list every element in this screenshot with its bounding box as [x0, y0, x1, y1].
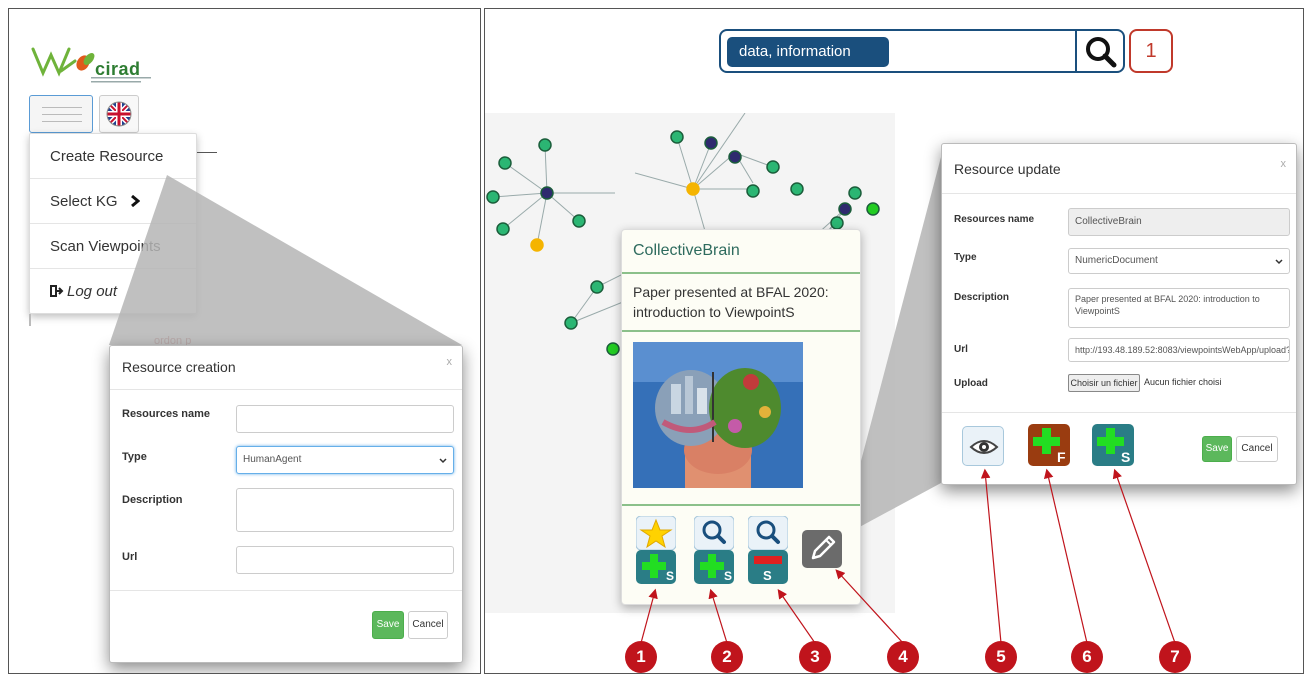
add-f-button[interactable]: F [1028, 424, 1070, 466]
menu-item-select-kg[interactable]: Select KG [30, 179, 196, 224]
cancel-button[interactable]: Cancel [1236, 436, 1278, 462]
upload-label: Upload [954, 378, 988, 389]
modal-header: Resource update x [942, 144, 1296, 194]
search-tag[interactable]: data, information [727, 37, 889, 67]
card-title: CollectiveBrain [633, 242, 740, 259]
resource-creation-modal: Resource creation x Resources name Type … [109, 345, 463, 663]
description-label: Description [122, 494, 183, 506]
card-divider [622, 504, 860, 506]
add-s-button[interactable]: S [1092, 424, 1134, 466]
callout-3: 3 [799, 641, 831, 673]
name-label: Resources name [122, 408, 211, 420]
divider [29, 314, 31, 326]
menu-item-scan-viewpoints[interactable]: Scan Viewpoints [30, 224, 196, 269]
name-field[interactable] [236, 405, 454, 433]
menu-item-label: Log out [67, 283, 118, 300]
url-label: Url [954, 344, 968, 355]
name-label: Resources name [954, 214, 1035, 225]
svg-text:S: S [763, 568, 772, 583]
callout-6: 6 [1071, 641, 1103, 673]
eye-icon [969, 440, 999, 454]
view-button[interactable] [962, 426, 1004, 466]
f-letter: F [1057, 449, 1066, 465]
url-field[interactable] [236, 546, 454, 574]
star-plus-s-icon: S [635, 515, 677, 584]
cancel-button[interactable]: Cancel [408, 611, 448, 639]
type-label: Type [954, 252, 977, 263]
svg-text:S: S [666, 569, 674, 583]
menu-item-label: Scan Viewpoints [50, 238, 161, 255]
magnifier-plus-s-icon: S [693, 515, 735, 584]
search-divider [1075, 31, 1077, 71]
modal-title: Resource update [954, 161, 1061, 177]
chevron-down-icon [1275, 259, 1283, 265]
search-bar[interactable]: data, information [719, 29, 1125, 73]
menu-item-create-resource[interactable]: Create Resource [30, 134, 196, 179]
modal-header: Resource creation x [110, 346, 462, 390]
callout-1: 1 [625, 641, 657, 673]
save-button[interactable]: Save [372, 611, 404, 639]
add-favorite-s-button[interactable]: S [635, 515, 677, 584]
svg-text:S: S [724, 569, 732, 583]
logo-text: cirad [95, 59, 141, 79]
search-add-s-button[interactable]: S [693, 515, 735, 584]
search-icon [1086, 37, 1117, 68]
sign-out-icon [50, 285, 64, 297]
close-icon[interactable]: x [447, 356, 453, 368]
right-panel: data, information 1 CollectiveBrain Pape… [484, 8, 1304, 674]
plus-s-icon: S [1097, 428, 1130, 465]
description-field[interactable] [236, 488, 454, 532]
card-divider [622, 330, 860, 332]
resource-card: CollectiveBrain Paper presented at BFAL … [621, 229, 861, 605]
description-label: Description [954, 292, 1010, 303]
magnifier-minus-s-icon: S [747, 515, 789, 584]
left-panel: cirad Create Resource Select KG Scan Vie… [8, 8, 481, 674]
s-letter: S [1121, 449, 1130, 465]
callout-5: 5 [985, 641, 1017, 673]
result-count-badge: 1 [1129, 29, 1173, 73]
search-button[interactable] [1081, 35, 1121, 69]
callout-2: 2 [711, 641, 743, 673]
card-description: Paper presented at BFAL 2020: introducti… [633, 284, 829, 320]
divider [197, 152, 217, 153]
type-select-value: NumericDocument [1075, 255, 1158, 266]
resource-update-modal: Resource update x Resources name Collect… [941, 143, 1297, 485]
type-label: Type [122, 451, 147, 463]
edit-button[interactable] [802, 530, 842, 568]
url-field[interactable]: http://193.48.189.52:8083/viewpointsWebA… [1068, 338, 1290, 362]
uk-flag-icon [106, 101, 132, 127]
language-button[interactable] [99, 95, 139, 133]
modal-footer-divider [942, 412, 1296, 413]
description-field[interactable]: Paper presented at BFAL 2020: introducti… [1068, 288, 1290, 328]
name-field[interactable]: CollectiveBrain [1068, 208, 1290, 236]
modal-footer-divider [110, 590, 462, 591]
pencil-icon [811, 535, 836, 560]
upload-file-button[interactable]: Choisir un fichier [1068, 374, 1140, 392]
close-icon[interactable]: x [1281, 158, 1287, 170]
modal-title: Resource creation [122, 359, 236, 375]
brain-image-icon [633, 342, 803, 488]
plus-f-icon: F [1033, 428, 1066, 465]
type-select-value: HumanAgent [243, 454, 302, 465]
card-image [633, 342, 803, 488]
menu-item-label: Create Resource [50, 148, 164, 165]
menu-item-label: Select KG [50, 193, 118, 210]
chevron-down-icon [439, 458, 447, 464]
save-button[interactable]: Save [1202, 436, 1232, 462]
menu-item-log-out[interactable]: Log out [30, 269, 196, 314]
upload-status: Aucun fichier choisi [1144, 377, 1222, 387]
main-menu-dropdown: Create Resource Select KG Scan Viewpoint… [29, 133, 197, 314]
card-divider [622, 272, 860, 274]
callout-7: 7 [1159, 641, 1191, 673]
callout-4: 4 [887, 641, 919, 673]
url-label: Url [122, 551, 138, 563]
type-select[interactable]: NumericDocument [1068, 248, 1290, 274]
type-select[interactable]: HumanAgent [236, 446, 454, 474]
chevron-right-icon [130, 194, 141, 208]
search-remove-s-button[interactable]: S [747, 515, 789, 584]
menu-toggle-button[interactable] [29, 95, 93, 133]
